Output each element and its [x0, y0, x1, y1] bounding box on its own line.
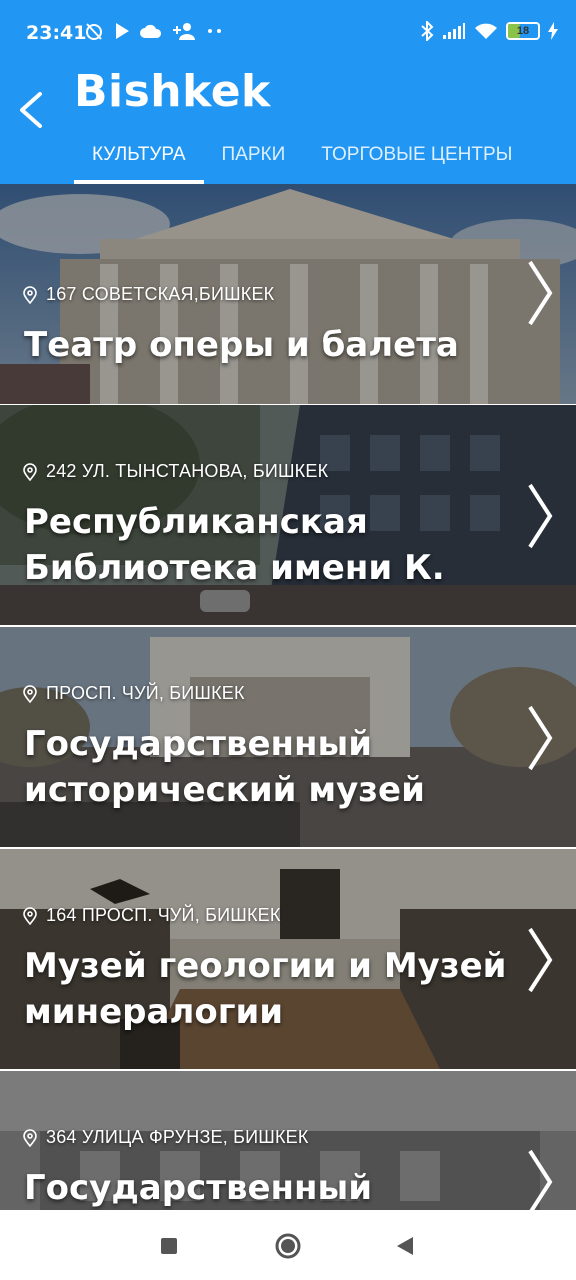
system-icons: 18 — [420, 21, 558, 41]
location-pin-icon — [23, 906, 37, 925]
cloud-icon — [140, 24, 162, 38]
place-address: 164 ПРОСП. ЧУЙ, БИШКЕК — [22, 905, 281, 926]
back-button[interactable] — [14, 88, 54, 132]
wifi-icon — [475, 23, 497, 39]
page-title: Bishkek — [74, 66, 271, 117]
place-name: Государственный исторический музей — [24, 724, 425, 810]
status-time: 23:41 — [26, 22, 87, 44]
signal-icon — [443, 23, 465, 39]
place-name: Государственный — [24, 1168, 373, 1208]
system-nav-bar — [0, 1210, 576, 1280]
add-contact-icon — [173, 23, 195, 40]
chevron-right-icon[interactable] — [524, 258, 554, 328]
address-text: 364 УЛИЦА ФРУНЗЕ, БИШКЕК — [46, 1127, 309, 1147]
place-address: ПРОСП. ЧУЙ, БИШКЕК — [22, 683, 245, 704]
location-pin-icon — [23, 285, 37, 304]
tab-bar: КУЛЬТУРА ПАРКИ ТОРГОВЫЕ ЦЕНТРЫ — [74, 140, 530, 184]
place-address: 364 УЛИЦА ФРУНЗЕ, БИШКЕК — [22, 1127, 309, 1148]
address-text: 164 ПРОСП. ЧУЙ, БИШКЕК — [46, 905, 281, 925]
places-list: 167 СОВЕТСКАЯ,БИШКЕК Театр оперы и балет… — [0, 184, 576, 1210]
alarm-off-icon — [86, 23, 102, 40]
notification-icons — [84, 21, 224, 41]
battery-level: 18 — [516, 25, 530, 37]
square-icon[interactable] — [160, 1237, 178, 1255]
charging-icon — [548, 22, 558, 40]
place-address: 242 УЛ. ТЫНСТАНОВА, БИШКЕК — [22, 461, 328, 482]
place-card-opera-theatre[interactable]: 167 СОВЕТСКАЯ,БИШКЕК Театр оперы и балет… — [0, 184, 576, 404]
app-bar: 23:41 18 Bishkek КУЛЬТУРА ПАРКИ ТОРГОВЫЕ… — [0, 0, 576, 184]
circle-icon[interactable] — [274, 1232, 302, 1260]
status-bar: 23:41 18 — [0, 0, 576, 68]
place-card-history-museum[interactable]: ПРОСП. ЧУЙ, БИШКЕК Государственный истор… — [0, 627, 576, 847]
chevron-right-icon[interactable] — [524, 1147, 554, 1210]
place-address: 167 СОВЕТСКАЯ,БИШКЕК — [22, 284, 274, 305]
place-name: Республиканская Библиотека имени К. — [24, 502, 445, 588]
tab-shopping-centers[interactable]: ТОРГОВЫЕ ЦЕНТРЫ — [303, 140, 530, 184]
tab-culture[interactable]: КУЛЬТУРА — [74, 140, 204, 184]
address-text: 167 СОВЕТСКАЯ,БИШКЕК — [46, 284, 275, 304]
place-card-state-museum[interactable]: 364 УЛИЦА ФРУНЗЕ, БИШКЕК Государственный — [0, 1071, 576, 1210]
location-pin-icon — [23, 684, 37, 703]
place-name: Музей геологии и Музей минералогии — [24, 946, 507, 1032]
chevron-right-icon[interactable] — [524, 703, 554, 773]
battery-icon: 18 — [506, 22, 540, 40]
triangle-back-icon[interactable] — [396, 1236, 414, 1256]
more-dots-icon — [208, 29, 221, 33]
chevron-right-icon[interactable] — [524, 481, 554, 551]
address-text: 242 УЛ. ТЫНСТАНОВА, БИШКЕК — [46, 461, 329, 481]
place-name: Театр оперы и балета — [24, 325, 459, 365]
location-pin-icon — [23, 1128, 37, 1147]
bluetooth-icon — [421, 21, 434, 41]
place-card-library[interactable]: 242 УЛ. ТЫНСТАНОВА, БИШКЕК Республиканск… — [0, 405, 576, 625]
location-pin-icon — [23, 462, 37, 481]
place-card-geology-museum[interactable]: 164 ПРОСП. ЧУЙ, БИШКЕК Музей геологии и … — [0, 849, 576, 1069]
address-text: ПРОСП. ЧУЙ, БИШКЕК — [46, 683, 245, 703]
chevron-right-icon[interactable] — [524, 925, 554, 995]
play-icon — [116, 23, 129, 39]
tab-parks[interactable]: ПАРКИ — [204, 140, 304, 184]
